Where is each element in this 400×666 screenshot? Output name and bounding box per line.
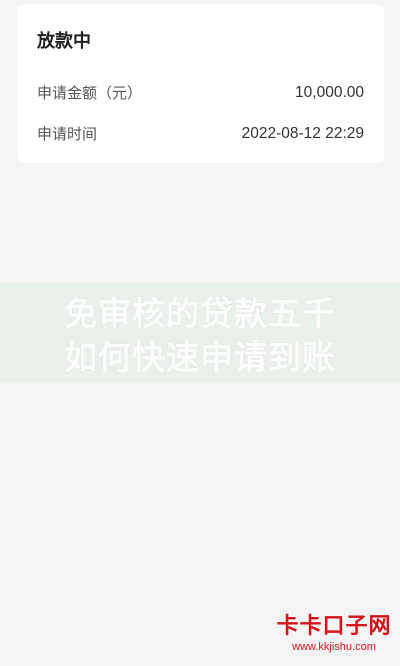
watermark-line-1: 免审核的贷款五千 — [64, 294, 336, 333]
application-time-row: 申请时间 2022-08-12 22:29 — [37, 123, 364, 145]
watermark-text: 免审核的贷款五千 如何快速申请到账 — [0, 292, 400, 380]
site-name: 卡卡口子网 — [276, 613, 392, 639]
loan-status-title: 放款中 — [37, 31, 91, 52]
watermark-line-2: 如何快速申请到账 — [64, 338, 336, 377]
site-logo: 卡卡口子网 www.kkjishu.com — [274, 613, 394, 654]
application-time-value: 2022-08-12 22:29 — [241, 125, 364, 142]
application-amount-label: 申请金额（元） — [37, 84, 143, 102]
site-url: www.kkjishu.com — [292, 641, 376, 653]
application-time-label: 申请时间 — [37, 125, 98, 143]
loan-status-card: 放款中 申请金额（元） 10,000.00 申请时间 2022-08-12 22… — [17, 4, 384, 163]
application-amount-value: 10,000.00 — [295, 84, 364, 101]
application-amount-row: 申请金额（元） 10,000.00 — [37, 82, 364, 104]
